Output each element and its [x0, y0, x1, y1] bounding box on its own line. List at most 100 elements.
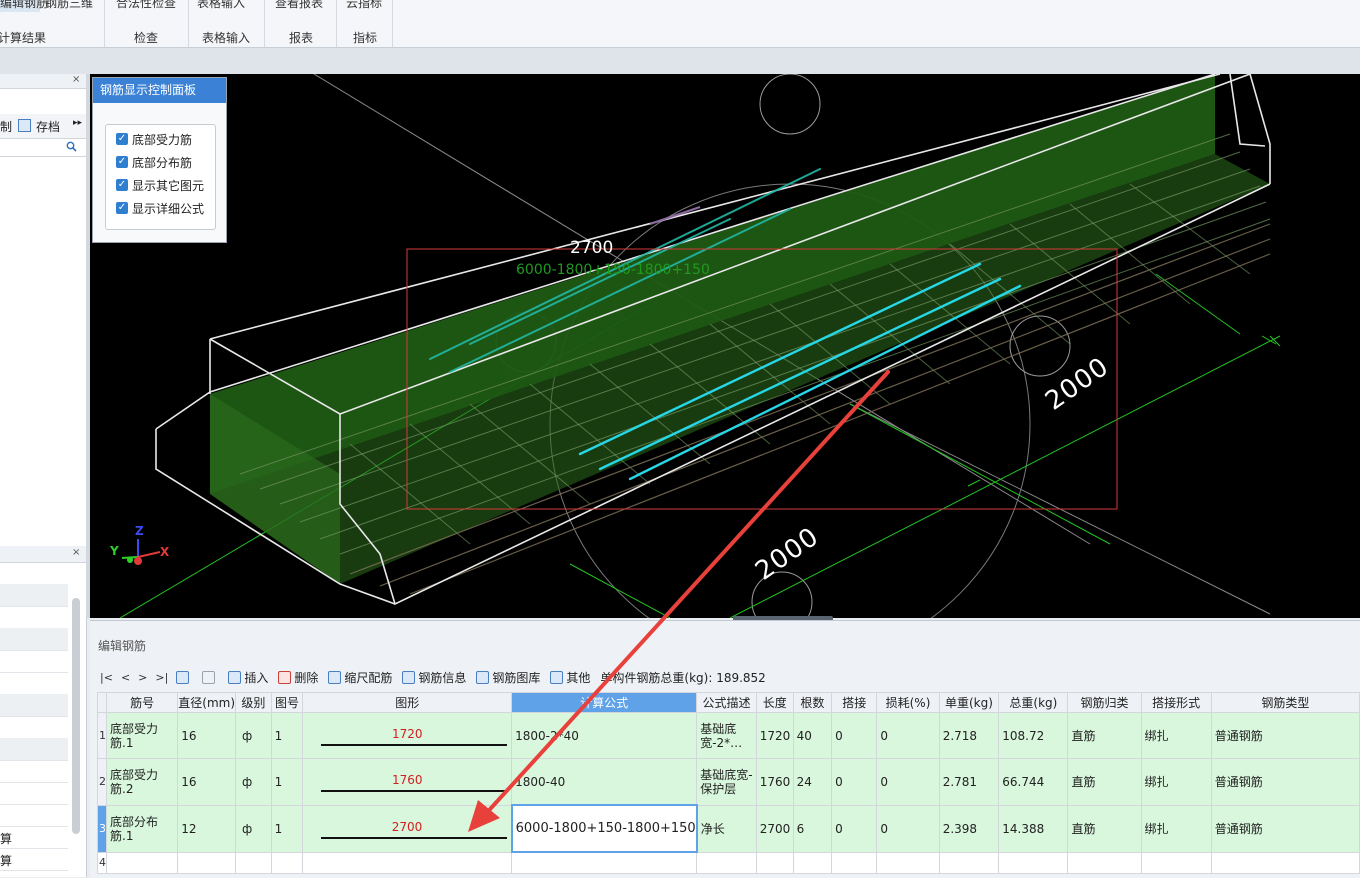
cell-total-weight[interactable]: 66.744: [998, 758, 1069, 806]
checkbox-checked-icon[interactable]: ✓: [116, 133, 128, 145]
option-show-detailed-formula[interactable]: ✓ 显示详细公式: [116, 199, 204, 217]
row-number[interactable]: 4: [97, 851, 107, 874]
cell-total-weight[interactable]: [998, 851, 1069, 874]
tab-cloud-index[interactable]: 云指标: [346, 0, 382, 11]
cell-shape[interactable]: 2700: [302, 804, 513, 853]
column-header[interactable]: 钢筋归类: [1067, 692, 1142, 713]
cell-shape[interactable]: 1760: [302, 758, 513, 806]
cell-rebar-name[interactable]: 底部受力筋.1: [105, 712, 179, 759]
cell-rebar-type[interactable]: [1210, 851, 1360, 874]
rebar-info-button[interactable]: 钢筋信息: [402, 669, 466, 686]
cell-unit-weight[interactable]: 2.398: [938, 804, 1000, 853]
table-row[interactable]: 2 底部受力筋.2 16 ф 1 1760 1800-40 基础底宽-保护层 1…: [97, 758, 1360, 806]
tab-validity-check[interactable]: 合法性检查: [116, 0, 176, 11]
checkbox-checked-icon[interactable]: ✓: [116, 156, 128, 168]
cell-count[interactable]: 24: [792, 758, 833, 806]
column-header[interactable]: 钢筋类型: [1210, 692, 1360, 713]
option-show-other-elements[interactable]: ✓ 显示其它图元: [116, 176, 204, 194]
option-bottom-main-rebar[interactable]: ✓ 底部受力筋: [116, 130, 192, 148]
column-header[interactable]: 图号: [270, 692, 304, 713]
nav-last-button[interactable]: >|: [155, 671, 168, 684]
move-down-button[interactable]: [202, 670, 218, 684]
column-header[interactable]: 损耗(%): [876, 692, 940, 713]
row-number[interactable]: 1: [97, 712, 107, 759]
list-item[interactable]: [0, 606, 68, 629]
cell-figure-no[interactable]: 1: [270, 712, 304, 759]
cell-formula[interactable]: [511, 851, 698, 874]
cell-lap[interactable]: 0: [831, 758, 878, 806]
cell-grade[interactable]: ф: [235, 804, 272, 853]
cell-rebar-type[interactable]: 普通钢筋: [1210, 712, 1360, 759]
cell-loss[interactable]: 0: [876, 804, 940, 853]
cell-formula-desc[interactable]: 净长: [696, 804, 757, 853]
cell-count[interactable]: 6: [792, 804, 833, 853]
list-item[interactable]: [0, 760, 68, 783]
cell-unit-weight[interactable]: 2.781: [938, 758, 1000, 806]
column-header[interactable]: 图形: [302, 692, 513, 713]
cell-lap[interactable]: 0: [831, 804, 878, 853]
cell-lap-type[interactable]: 绑扎: [1140, 758, 1212, 806]
cell-shape[interactable]: 1720: [302, 712, 513, 759]
cell-diameter[interactable]: 12: [177, 804, 237, 853]
close-icon[interactable]: ×: [72, 74, 80, 85]
cell-lap-type[interactable]: 绑扎: [1140, 804, 1212, 853]
column-header[interactable]: 筋号: [105, 692, 179, 713]
column-header[interactable]: 单重(kg): [938, 692, 1000, 713]
list-item[interactable]: [0, 650, 68, 673]
nav-prev-button[interactable]: <: [121, 671, 130, 684]
cell-formula-desc[interactable]: 基础底宽-2*…: [696, 712, 757, 759]
column-header[interactable]: 总重(kg): [998, 692, 1069, 713]
list-item[interactable]: [0, 782, 68, 805]
list-item[interactable]: [0, 672, 68, 695]
cell-rebar-name[interactable]: [105, 851, 179, 874]
cell-loss[interactable]: 0: [876, 758, 940, 806]
column-header[interactable]: 搭接形式: [1140, 692, 1212, 713]
nav-first-button[interactable]: |<: [100, 671, 113, 684]
rebar-3d-viewport[interactable]: 2700 6000-1800+150-1800+150 2000 2000 Z …: [90, 74, 1360, 618]
cell-rebar-name[interactable]: 底部分布筋.1: [105, 804, 179, 853]
column-header[interactable]: 级别: [235, 692, 272, 713]
cell-total-weight[interactable]: 108.72: [998, 712, 1069, 759]
cell-formula[interactable]: 1800-40: [511, 758, 698, 806]
insert-button[interactable]: 插入: [228, 669, 268, 686]
cell-rebar-type[interactable]: 普通钢筋: [1210, 758, 1360, 806]
column-header[interactable]: 搭接: [831, 692, 878, 713]
rebar-library-button[interactable]: 钢筋图库: [476, 669, 540, 686]
cell-diameter[interactable]: 16: [177, 712, 237, 759]
cell-formula-desc[interactable]: 基础底宽-保护层: [696, 758, 757, 806]
table-row-empty[interactable]: 4: [97, 851, 1360, 874]
checkbox-checked-icon[interactable]: ✓: [116, 179, 128, 191]
cell-count[interactable]: 40: [792, 712, 833, 759]
cell-shape[interactable]: [302, 851, 513, 874]
move-up-button[interactable]: [176, 670, 192, 684]
cell-loss[interactable]: [876, 851, 940, 874]
cell-formula-editing[interactable]: 6000-1800+150-1800+150: [510, 804, 698, 853]
cell-length[interactable]: 2700: [755, 804, 794, 853]
cell-lap[interactable]: [831, 851, 878, 874]
tab-table-input[interactable]: 表格输入: [197, 0, 245, 11]
list-item[interactable]: [0, 716, 68, 739]
cell-lap[interactable]: 0: [831, 712, 878, 759]
column-header[interactable]: 直径(mm): [177, 692, 237, 713]
more-icon[interactable]: ▸▸: [73, 118, 82, 128]
left-panel-scrollbar[interactable]: [72, 598, 80, 834]
cell-figure-no[interactable]: 1: [270, 758, 304, 806]
table-row[interactable]: 1 底部受力筋.1 16 ф 1 1720 1800-2*40 基础底宽-2*……: [97, 712, 1360, 759]
row-number[interactable]: 2: [97, 758, 107, 806]
list-item[interactable]: [0, 584, 68, 607]
cell-loss[interactable]: 0: [876, 712, 940, 759]
cell-lap-type[interactable]: 绑扎: [1140, 712, 1212, 759]
nav-next-button[interactable]: >: [138, 671, 147, 684]
search-icon[interactable]: [66, 141, 77, 152]
column-header-formula[interactable]: 计算公式: [511, 692, 698, 713]
table-row-selected[interactable]: 3 底部分布筋.1 12 ф 1 2700 6000-1800+150-1800…: [97, 804, 1360, 853]
cell-diameter[interactable]: 16: [177, 758, 237, 806]
cell-grade[interactable]: [235, 851, 272, 874]
cell-category[interactable]: 直筋: [1067, 758, 1142, 806]
list-item[interactable]: [0, 694, 68, 717]
search-input[interactable]: [0, 138, 86, 157]
cell-figure-no[interactable]: [270, 851, 304, 874]
tab-rebar-3d[interactable]: 钢筋三维: [45, 0, 93, 11]
tool-partial-label[interactable]: 制: [0, 118, 12, 135]
tab-edit-rebar[interactable]: 编辑钢筋: [0, 0, 48, 11]
